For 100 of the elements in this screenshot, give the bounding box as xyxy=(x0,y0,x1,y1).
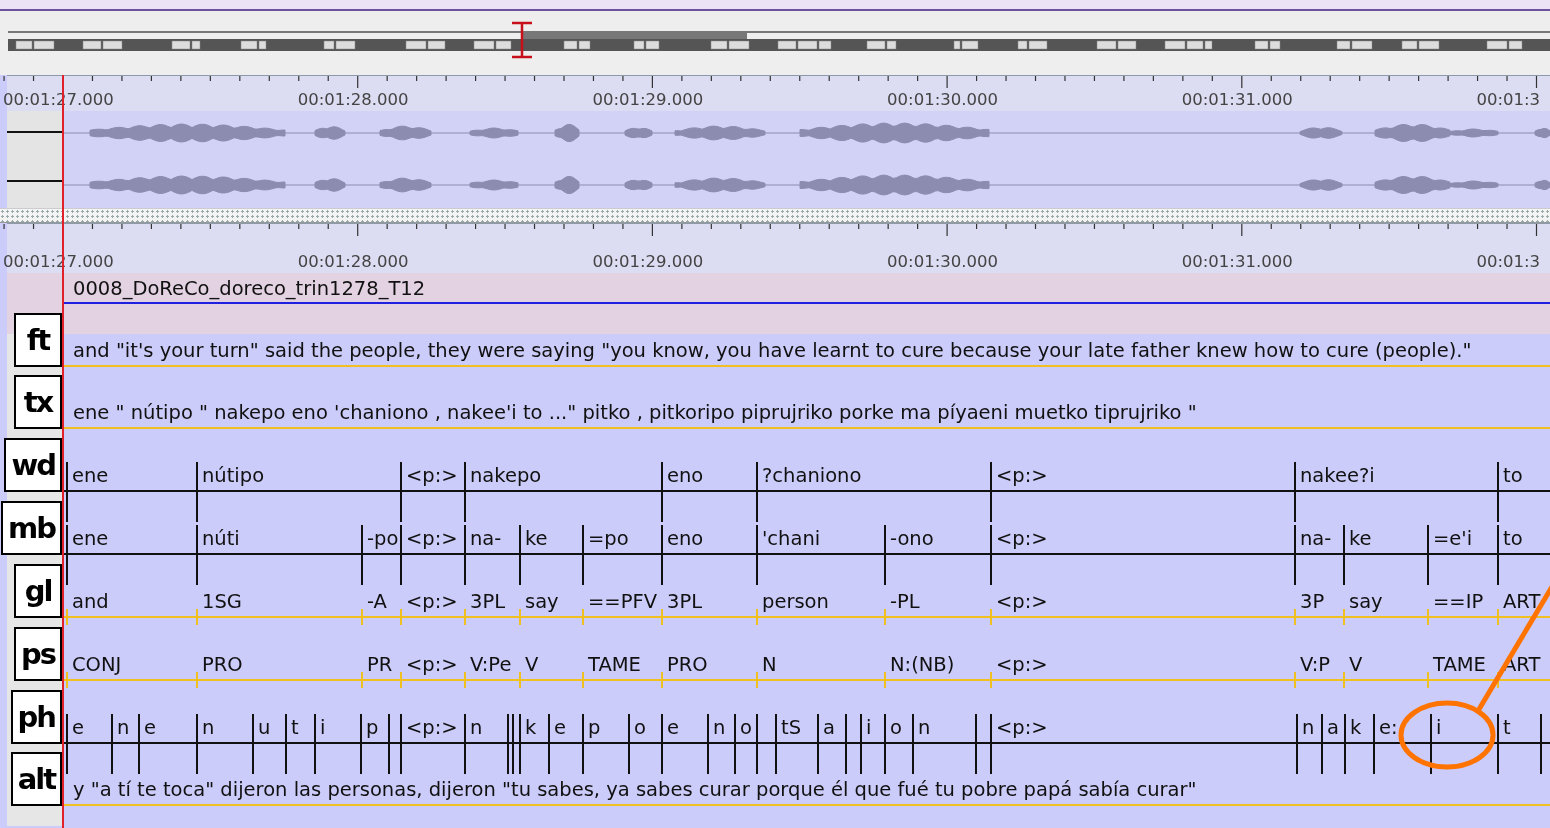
annotation[interactable]: a xyxy=(1327,716,1339,739)
annotation[interactable]: i xyxy=(866,716,872,739)
time-label: 00:01:31.000 xyxy=(1181,90,1293,109)
annotation[interactable]: <p:> xyxy=(996,653,1048,676)
annotation[interactable]: CONJ xyxy=(72,653,122,676)
annotation[interactable]: PRO xyxy=(667,653,708,676)
annotation[interactable]: ==PFV xyxy=(588,590,657,613)
annotation[interactable]: -ono xyxy=(890,527,934,550)
annotation[interactable]: eno xyxy=(667,527,704,550)
annotation[interactable]: ene " nútipo " nakepo eno 'chaniono , nakee'i to ..." pitko , pitkoripo piprujriko porke ma píyaeni muetko tiprujriko " xyxy=(73,401,1197,424)
annotation[interactable]: ==IP xyxy=(1433,590,1484,613)
annotation[interactable]: person xyxy=(762,590,829,613)
annotation[interactable]: u xyxy=(258,716,271,739)
annotation[interactable]: t xyxy=(291,716,299,739)
annotation[interactable]: i xyxy=(1436,716,1442,739)
annotation[interactable]: -PL xyxy=(890,590,920,613)
annotation[interactable]: eno xyxy=(667,464,704,487)
annotation[interactable]: -po xyxy=(367,527,399,550)
annotation[interactable]: o xyxy=(634,716,646,739)
tier-label: alt xyxy=(10,752,62,806)
annotation[interactable]: say xyxy=(1349,590,1383,613)
annotation[interactable]: n xyxy=(918,716,931,739)
annotation[interactable]: <p:> xyxy=(996,464,1048,487)
annotation[interactable]: to xyxy=(1503,464,1523,487)
annotation[interactable]: n xyxy=(713,716,726,739)
annotation[interactable]: say xyxy=(525,590,559,613)
annotation[interactable]: y "a tí te toca" dijeron las personas, dijeron "tu sabes, ya sabes curar porque él que fué tu pobre papá sabía curar" xyxy=(73,778,1197,801)
tier-label: wd xyxy=(4,438,62,492)
annotation[interactable]: p xyxy=(366,716,379,739)
annotation[interactable]: p xyxy=(588,716,601,739)
tier-label: ft xyxy=(14,313,62,367)
annotation[interactable]: n xyxy=(1302,716,1315,739)
annotation[interactable]: =po xyxy=(588,527,629,550)
annotation[interactable]: 3P xyxy=(1300,590,1325,613)
annotation[interactable]: 3PL xyxy=(470,590,506,613)
annotation[interactable]: o xyxy=(740,716,752,739)
time-label: 00:01:30.000 xyxy=(887,252,998,271)
annotation[interactable]: ke xyxy=(525,527,548,550)
tier-label: tx xyxy=(14,375,62,429)
annotation[interactable]: i xyxy=(320,716,326,739)
time-label: 00:01:29.000 xyxy=(592,252,704,271)
annotation[interactable]: <p:> xyxy=(406,464,458,487)
annotation[interactable]: tS xyxy=(781,716,802,739)
annotation[interactable]: o xyxy=(890,716,902,739)
cursor-icon[interactable] xyxy=(511,21,533,59)
annotation[interactable]: to xyxy=(1503,527,1523,550)
annotation[interactable]: k xyxy=(1350,716,1362,739)
annotation[interactable]: a xyxy=(823,716,835,739)
annotation[interactable]: e: xyxy=(1379,716,1398,739)
tier-label: ps xyxy=(13,627,62,681)
annotation[interactable]: <p:> xyxy=(406,527,458,550)
annotation[interactable]: PR xyxy=(367,653,393,676)
annotation[interactable]: <p:> xyxy=(996,716,1048,739)
time-label: 00:01:28.000 xyxy=(297,90,409,109)
annotation[interactable]: ?chaniono xyxy=(762,464,862,487)
annotation[interactable]: na- xyxy=(1300,527,1332,550)
annotation[interactable]: nútipo xyxy=(202,464,265,487)
annotation[interactable]: e xyxy=(144,716,156,739)
annotation[interactable]: 0008_DoReCo_doreco_trin1278_T12 xyxy=(73,277,426,300)
annotation[interactable]: ke xyxy=(1349,527,1372,550)
annotation[interactable]: e xyxy=(667,716,679,739)
annotation[interactable]: nakee?i xyxy=(1300,464,1375,487)
annotation[interactable]: <p:> xyxy=(406,653,458,676)
annotation[interactable]: <p:> xyxy=(996,590,1048,613)
boundary-tick[interactable] xyxy=(1430,714,1432,774)
time-label: 00:01:29.000 xyxy=(592,90,704,109)
annotation[interactable]: TAME xyxy=(1433,653,1486,676)
annotation[interactable]: and xyxy=(72,590,109,613)
annotation[interactable]: and "it's your turn" said the people, they were saying "you know, you have learnt to cure because your late father knew how to cure (people)." xyxy=(73,339,1472,362)
annotation[interactable]: n xyxy=(117,716,130,739)
annotation[interactable]: <p:> xyxy=(406,590,458,613)
annotation[interactable]: ene xyxy=(72,527,109,550)
annotation[interactable]: 1SG xyxy=(202,590,242,613)
annotation[interactable]: e xyxy=(72,716,84,739)
annotation[interactable]: ene xyxy=(72,464,109,487)
annotation[interactable]: na- xyxy=(470,527,502,550)
annotation[interactable]: n xyxy=(470,716,483,739)
annotation[interactable]: ART xyxy=(1503,590,1541,613)
annotation[interactable]: V xyxy=(525,653,539,676)
annotation[interactable]: V:Pe xyxy=(470,653,512,676)
annotation[interactable]: k xyxy=(525,716,537,739)
annotation[interactable]: n xyxy=(202,716,215,739)
annotation[interactable]: =e'i xyxy=(1433,527,1473,550)
time-label: 00:01:3 xyxy=(1476,252,1541,271)
annotation[interactable]: N xyxy=(762,653,777,676)
annotation[interactable]: <p:> xyxy=(406,716,458,739)
annotation[interactable]: 3PL xyxy=(667,590,703,613)
annotation[interactable]: V:P xyxy=(1300,653,1331,676)
annotation[interactable]: V xyxy=(1349,653,1363,676)
annotation[interactable]: <p:> xyxy=(996,527,1048,550)
annotation[interactable]: e xyxy=(554,716,566,739)
time-label: 00:01:28.000 xyxy=(297,252,409,271)
annotation[interactable]: TAME xyxy=(588,653,641,676)
annotation[interactable]: t xyxy=(1503,716,1511,739)
annotation[interactable]: núti xyxy=(202,527,240,550)
annotation[interactable]: PRO xyxy=(202,653,243,676)
annotation[interactable]: -A xyxy=(367,590,387,613)
annotation[interactable]: N:(NB) xyxy=(890,653,955,676)
annotation[interactable]: nakepo xyxy=(470,464,542,487)
annotation[interactable]: 'chani xyxy=(762,527,821,550)
